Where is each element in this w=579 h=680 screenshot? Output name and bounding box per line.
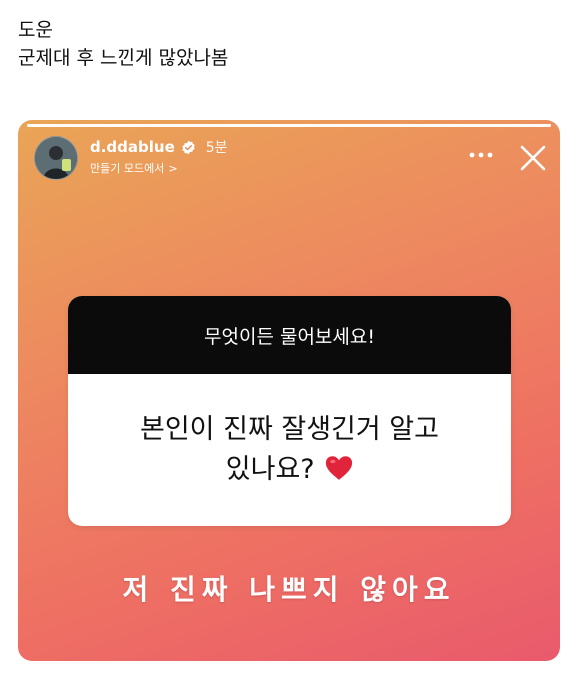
close-icon bbox=[520, 145, 546, 171]
post-author: 도운 bbox=[18, 19, 53, 41]
answer-text: 저 진짜 나쁘지 않아요 bbox=[122, 573, 456, 606]
create-mode-link[interactable]: 만들기 모드에서 > bbox=[90, 160, 178, 176]
more-options-button[interactable] bbox=[466, 141, 496, 169]
username[interactable]: d.ddablue bbox=[90, 138, 175, 156]
close-button[interactable] bbox=[518, 143, 548, 173]
post-caption: 군제대 후 느낀게 많았나봄 bbox=[18, 47, 229, 69]
avatar-image bbox=[35, 137, 77, 179]
question-sticker-header: 무엇이든 물어보세요! bbox=[68, 296, 511, 374]
post-text: 도운 군제대 후 느낀게 많았나봄 bbox=[18, 16, 228, 72]
story-card[interactable]: d.ddablue 5분 만들기 모드에서 > 무엇이든 물어보세요! 본인이 … bbox=[18, 120, 560, 661]
verified-badge-icon bbox=[182, 140, 195, 154]
more-options-icon bbox=[469, 152, 493, 158]
chevron-right-icon: > bbox=[168, 161, 178, 175]
question-line-2-wrap: 있나요? bbox=[226, 450, 353, 490]
avatar[interactable] bbox=[34, 136, 78, 180]
question-sticker: 무엇이든 물어보세요! 본인이 진짜 잘생긴거 알고 있나요? bbox=[68, 296, 511, 526]
heart-emoji-icon bbox=[326, 456, 353, 480]
story-progress-bar bbox=[27, 124, 551, 127]
create-mode-label: 만들기 모드에서 bbox=[90, 162, 165, 175]
post-time: 5분 bbox=[205, 140, 228, 156]
story-progress-fill bbox=[27, 124, 551, 127]
question-line-1: 본인이 진짜 잘생긴거 알고 bbox=[140, 414, 439, 445]
story-header-user: d.ddablue 5분 bbox=[90, 137, 228, 157]
question-line-2: 있나요? bbox=[225, 454, 315, 485]
question-text: 본인이 진짜 잘생긴거 알고 있나요? bbox=[68, 374, 511, 526]
